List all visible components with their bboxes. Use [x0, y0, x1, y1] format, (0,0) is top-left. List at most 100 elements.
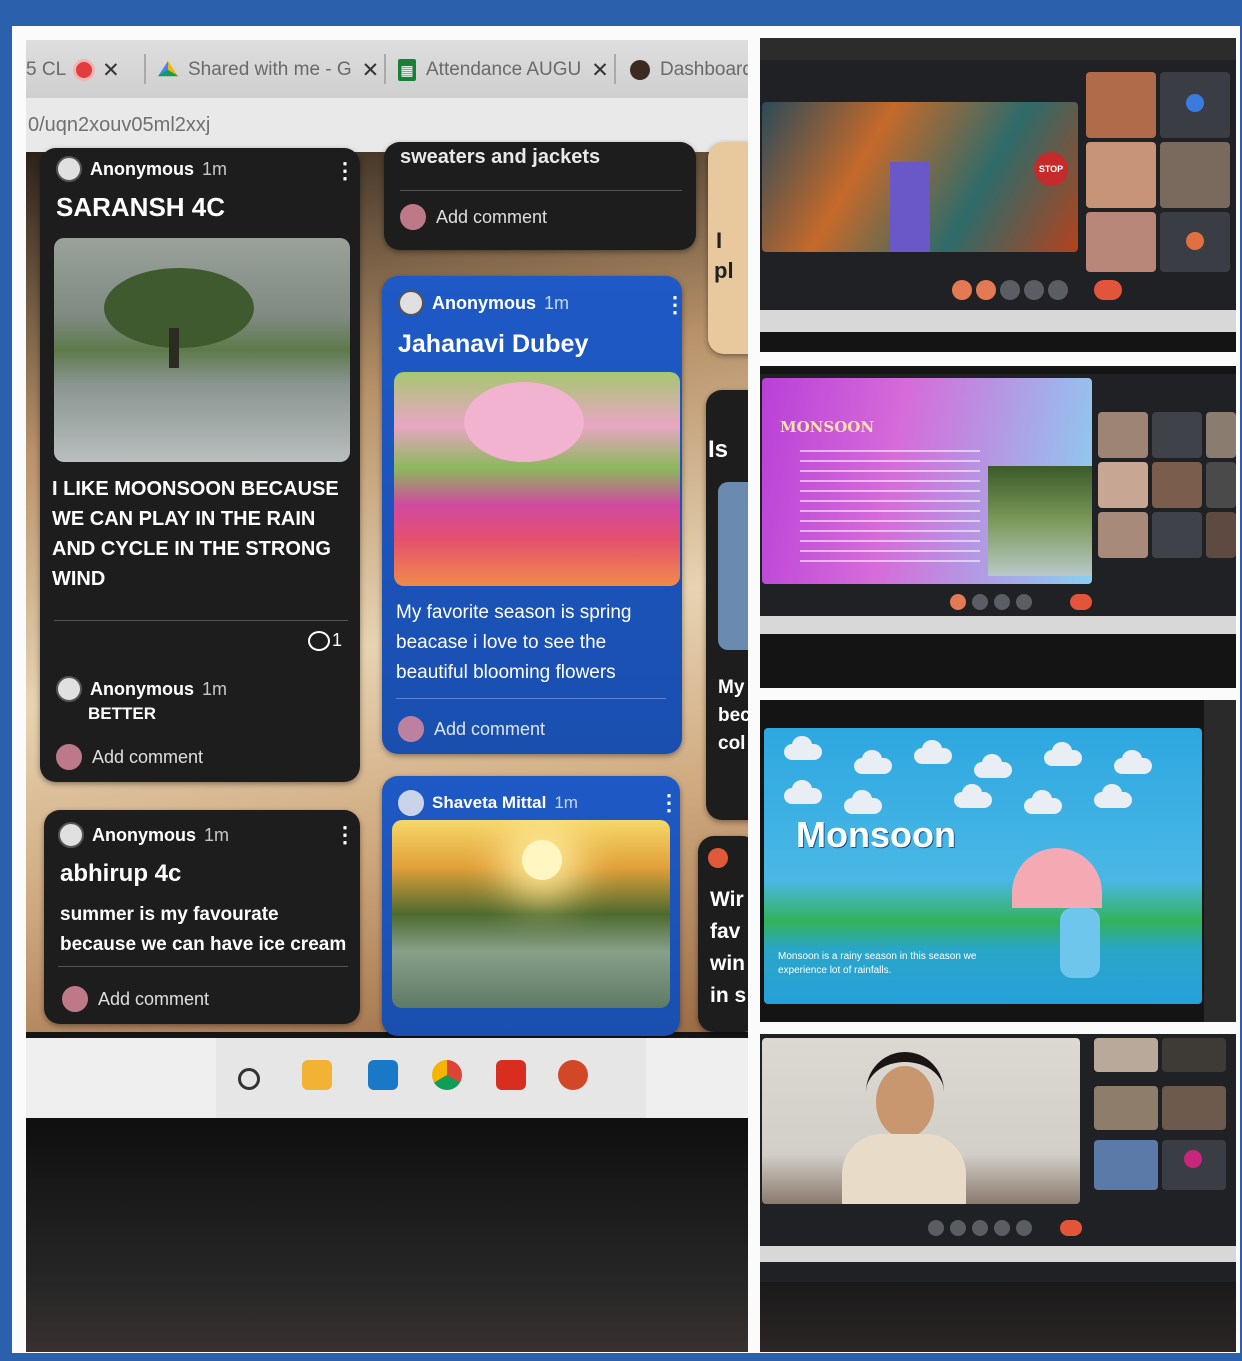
post-card-partial[interactable]: I pl: [708, 142, 748, 354]
close-icon[interactable]: ✕: [591, 58, 609, 83]
participant-tile: [1162, 1086, 1226, 1130]
blossom-tree: [464, 382, 584, 462]
mic-icon[interactable]: [928, 1220, 944, 1236]
post-card[interactable]: Shaveta Mittal 1m ⋮: [382, 776, 680, 1036]
camera-icon[interactable]: [972, 594, 988, 610]
post-time: 1m: [544, 292, 570, 313]
more-options-icon[interactable]: ⋮: [334, 824, 356, 846]
slide-image-waterfall: [988, 466, 1092, 576]
windows-taskbar: [760, 616, 1236, 634]
add-comment-button[interactable]: Add comment: [56, 744, 203, 770]
more-options-icon[interactable]: ⋮: [334, 160, 356, 182]
participant-strip: [1204, 700, 1236, 1022]
tab-divider: [384, 54, 386, 84]
url-text: 0/uqn2xouv05ml2xxj: [28, 114, 211, 136]
post-title: Is: [708, 436, 729, 463]
browser-tab[interactable]: Dashboard: [630, 52, 748, 88]
chrome-icon[interactable]: [432, 1060, 462, 1090]
post-image-rain-park: [54, 238, 350, 462]
slide-caption: Monsoon is a rainy season in this season…: [778, 951, 977, 976]
tab-divider: [144, 54, 146, 84]
participant-tile: [1160, 142, 1230, 208]
cloud: [974, 754, 1012, 778]
present-icon[interactable]: [1016, 594, 1032, 610]
photo-monsoon-slide-1: MONSOON: [760, 366, 1236, 688]
captions-icon[interactable]: [1000, 280, 1020, 300]
post-body-line: in s: [710, 984, 747, 1007]
tab-title: Shared with me - G: [188, 59, 352, 80]
participant-tile: [1160, 72, 1230, 138]
more-options-icon[interactable]: ⋮: [664, 294, 686, 316]
post-card[interactable]: Anonymous 1m ⋮ abhirup 4c summer is my f…: [44, 810, 360, 1024]
post-card-partial[interactable]: Is My bec col: [706, 390, 748, 820]
participant-tile: [1162, 1140, 1226, 1190]
more-options-icon[interactable]: ⋮: [658, 792, 680, 814]
mic-icon[interactable]: [952, 280, 972, 300]
file-explorer-icon[interactable]: [302, 1060, 332, 1090]
teacher-video: [762, 1038, 1080, 1204]
post-time: 1m: [204, 824, 230, 845]
end-call-icon[interactable]: [1094, 280, 1122, 300]
post-body-line: col: [718, 733, 746, 754]
tab-title: Dashboard: [660, 59, 748, 80]
photo-padlet-screen: 5 CL ✕ Shared with me - G ✕ ▦ Attendance…: [26, 40, 748, 1352]
photo-teacher-meet: [760, 1034, 1236, 1352]
monitor-bezel: [26, 1118, 748, 1352]
raise-hand-icon[interactable]: [994, 1220, 1010, 1236]
add-comment-button[interactable]: Add comment: [62, 986, 209, 1012]
camera-icon[interactable]: [950, 1220, 966, 1236]
camera-icon[interactable]: [976, 280, 996, 300]
sheets-icon: ▦: [398, 59, 416, 81]
windows-taskbar: [760, 1246, 1236, 1262]
mail-icon[interactable]: [368, 1060, 398, 1090]
author-name: Anonymous: [432, 292, 537, 313]
post-card[interactable]: Anonymous 1m ⋮ SARANSH 4C I LIKE MOONSOO…: [40, 148, 360, 782]
post-card-partial[interactable]: Wir fav win in s: [698, 836, 748, 1032]
participant-tile: [1086, 142, 1156, 208]
captions-icon[interactable]: [972, 1220, 988, 1236]
captions-icon[interactable]: [994, 594, 1010, 610]
mic-icon[interactable]: [950, 594, 966, 610]
post-card[interactable]: sweaters and jackets Add comment: [384, 142, 696, 250]
browser-tab[interactable]: 5 CL ✕: [26, 52, 120, 88]
post-card[interactable]: Anonymous 1m ⋮ Jahanavi Dubey My favorit…: [382, 276, 686, 754]
windows-taskbar: [760, 310, 1236, 332]
browser-tab[interactable]: Shared with me - G ✕: [158, 52, 379, 88]
add-comment-label: Add comment: [92, 746, 204, 767]
close-icon[interactable]: ✕: [362, 58, 380, 83]
participant-tile: [1152, 412, 1202, 458]
end-call-icon[interactable]: [1070, 594, 1092, 610]
browser-tab-bar: 5 CL ✕ Shared with me - G ✕ ▦ Attendance…: [26, 40, 748, 98]
monitor-bezel: [760, 1282, 1236, 1352]
raise-hand-icon[interactable]: [1024, 280, 1044, 300]
comment-count[interactable]: 1: [308, 630, 342, 651]
tab-divider: [614, 54, 616, 84]
post-body: sweaters and jackets: [400, 146, 601, 168]
close-icon[interactable]: ✕: [102, 58, 120, 83]
post-image-partial: [718, 482, 748, 650]
divider: [58, 966, 348, 967]
post-time: 1m: [202, 158, 228, 179]
tab-title: Attendance AUGU: [426, 59, 582, 80]
powerpoint-icon[interactable]: [558, 1060, 588, 1090]
sun: [522, 840, 562, 880]
post-body: Wir fav win in s: [710, 884, 746, 1012]
add-comment-label: Add comment: [98, 988, 210, 1009]
post-body: summer is my favourate because we can ha…: [60, 904, 347, 955]
post-body: pl: [714, 258, 734, 283]
avatar: [56, 744, 82, 770]
end-call-icon[interactable]: [1060, 1220, 1082, 1236]
avatar: [1186, 94, 1204, 112]
post-body: I: [716, 228, 723, 253]
child-illustration: [1060, 908, 1100, 978]
add-comment-button[interactable]: Add comment: [398, 716, 545, 742]
participant-tile: [1086, 212, 1156, 272]
pdf-reader-icon[interactable]: [496, 1060, 526, 1090]
avatar: [1186, 232, 1204, 250]
present-icon[interactable]: [1048, 280, 1068, 300]
browser-tab[interactable]: ▦ Attendance AUGU ✕: [398, 52, 609, 88]
present-icon[interactable]: [1016, 1220, 1032, 1236]
search-icon[interactable]: [238, 1068, 260, 1090]
add-comment-button[interactable]: Add comment: [400, 204, 547, 230]
post-author: Anonymous 1m: [58, 822, 229, 848]
